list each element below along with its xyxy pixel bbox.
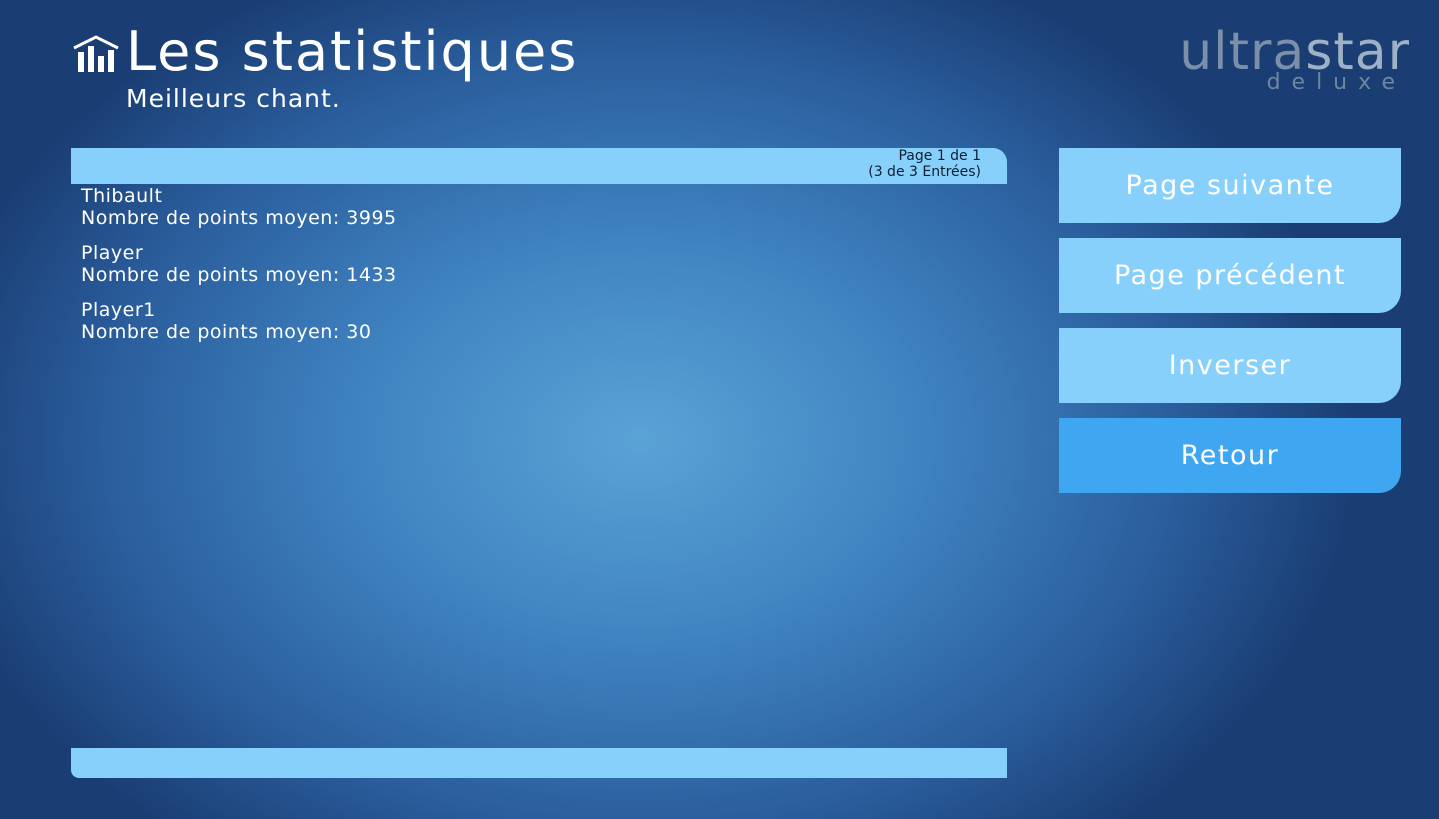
page-title: Les statistiques (126, 20, 579, 83)
panel-header-bar: Page 1 de 1 (3 de 3 Entrées) (71, 148, 1007, 184)
list-item: Player Nombre de points moyen: 1433 (81, 242, 397, 286)
previous-page-button[interactable]: Page précédent (1059, 238, 1401, 313)
ultrastar-logo: ultrastar deluxe (1050, 26, 1410, 100)
page-subtitle: Meilleurs chant. (126, 84, 341, 113)
stats-list: Thibault Nombre de points moyen: 3995 Pl… (71, 184, 1007, 748)
player-name: Thibault (81, 185, 163, 207)
player-score: Nombre de points moyen: 3995 (81, 207, 397, 229)
back-button[interactable]: Retour (1059, 418, 1401, 493)
stats-bars-icon (72, 34, 120, 74)
player-name: Player1 (81, 299, 156, 321)
panel-footer-bar (71, 748, 1007, 778)
invert-button[interactable]: Inverser (1059, 328, 1401, 403)
stats-panel: Page 1 de 1 (3 de 3 Entrées) Thibault No… (71, 148, 1007, 778)
logo-deluxe: deluxe (1266, 70, 1406, 95)
player-score: Nombre de points moyen: 1433 (81, 264, 397, 286)
page-info-pages: Page 1 de 1 (898, 148, 981, 164)
page-info: Page 1 de 1 (3 de 3 Entrées) (868, 148, 981, 180)
list-item: Thibault Nombre de points moyen: 3995 (81, 185, 397, 229)
next-page-button[interactable]: Page suivante (1059, 148, 1401, 223)
player-name: Player (81, 242, 144, 264)
page-info-entries: (3 de 3 Entrées) (868, 164, 981, 180)
player-score: Nombre de points moyen: 30 (81, 321, 372, 343)
list-item: Player1 Nombre de points moyen: 30 (81, 299, 371, 343)
